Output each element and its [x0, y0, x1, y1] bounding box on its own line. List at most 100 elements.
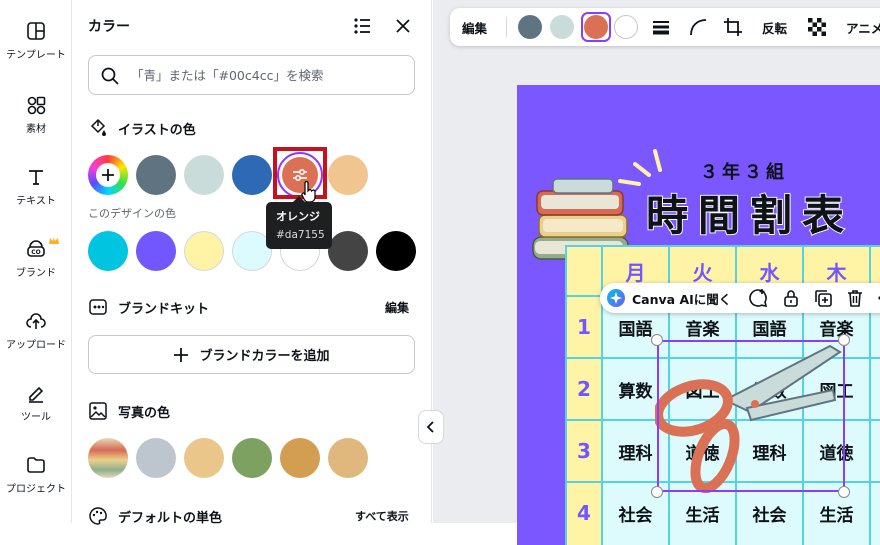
rail-label: テキスト [16, 196, 56, 207]
photo-swatch[interactable] [280, 438, 320, 478]
flip-button[interactable]: 反転 [762, 8, 787, 46]
illustration-swatch[interactable] [136, 155, 176, 195]
color-tooltip: オレンジ #da7155 [266, 196, 332, 249]
side-rail: テンプレート 素材 テキスト CO ブランド アップロード ツール プロジェクト [0, 0, 72, 523]
design-swatch[interactable] [184, 231, 224, 271]
design-subtitle[interactable]: ３年３組 [700, 158, 788, 184]
elements-icon [27, 96, 46, 115]
collapse-panel-button[interactable] [418, 410, 444, 444]
rail-label: ツール [21, 412, 51, 423]
period-number[interactable]: 4 [567, 483, 601, 543]
list-view-button[interactable] [351, 14, 375, 38]
toolbar-divider [506, 17, 507, 37]
design-swatch[interactable] [328, 231, 368, 271]
panel-title: カラー [88, 19, 130, 35]
design-colors-label: このデザインの色 [88, 207, 176, 220]
resize-handle[interactable] [651, 486, 663, 498]
rail-text[interactable]: テキスト [0, 166, 72, 207]
photo-colors-header: 写真の色 [88, 401, 170, 421]
tooltip-color-name: オレンジ [276, 210, 320, 223]
period-number[interactable]: 2 [567, 359, 601, 419]
search-icon [101, 67, 119, 85]
rail-label: プロジェクト [6, 484, 66, 495]
resize-handle[interactable] [651, 334, 663, 346]
brand-icon: CO [27, 240, 45, 257]
plus-icon [102, 169, 114, 181]
photo-swatch[interactable] [184, 438, 224, 478]
brandkit-icon [89, 299, 107, 315]
canva-ai-icon [607, 289, 625, 307]
rail-templates[interactable]: テンプレート [0, 20, 72, 61]
rail-brand[interactable]: CO ブランド [0, 237, 72, 279]
photo-swatch[interactable] [328, 438, 368, 478]
corner-radius-icon [690, 19, 707, 36]
comment-add-icon [749, 289, 768, 308]
illustration-swatch[interactable] [232, 155, 272, 195]
toolbar-color-swatch[interactable] [614, 15, 638, 39]
plus-icon [174, 347, 189, 362]
animate-button[interactable]: アニメ [846, 8, 880, 46]
lock-button[interactable] [780, 283, 802, 313]
illustration-colors-header: イラストの色 [88, 118, 196, 138]
section-title: ブランドキット [118, 301, 210, 317]
transparency-button[interactable] [806, 8, 828, 46]
design-swatch[interactable] [88, 231, 128, 271]
edit-button[interactable]: 編集 [462, 8, 487, 46]
lock-icon [784, 290, 798, 307]
text-icon [29, 170, 43, 185]
rail-projects[interactable]: プロジェクト [0, 454, 72, 495]
photo-thumbnail-swatch[interactable] [88, 438, 128, 478]
ask-canva-ai-button[interactable]: Canva AIに聞く [606, 283, 731, 313]
palette-icon [89, 507, 107, 525]
border-style-button[interactable] [650, 8, 672, 46]
photo-swatch[interactable] [232, 438, 272, 478]
rail-elements[interactable]: 素材 [0, 94, 72, 135]
illustration-swatch[interactable] [328, 155, 368, 195]
brandkit-edit-link[interactable]: 編集 [385, 299, 409, 316]
svg-text:CO: CO [31, 249, 41, 256]
canva-ai-bar: Canva AIに聞く [600, 283, 880, 313]
crop-button[interactable] [722, 8, 744, 46]
add-brand-color-button[interactable]: ブランドカラーを追加 [88, 335, 415, 374]
rail-label: 素材 [26, 124, 46, 135]
period-number[interactable]: 1 [567, 297, 601, 357]
resize-handle[interactable] [838, 486, 850, 498]
design-swatch[interactable] [136, 231, 176, 271]
comment-button[interactable] [747, 283, 769, 313]
rail-label: アップロード [6, 340, 66, 351]
crown-icon [49, 237, 59, 244]
default-colors-header: デフォルトの単色 [88, 506, 222, 526]
color-search-box[interactable] [88, 55, 415, 95]
rail-tools[interactable]: ツール [0, 382, 72, 423]
color-panel: カラー イラストの色 このデザインの色 オレンジ #da7155 [72, 0, 432, 526]
crop-icon [724, 18, 742, 36]
illustration-swatch[interactable] [184, 155, 224, 195]
close-button[interactable] [391, 14, 415, 38]
toolbar-color-swatch[interactable] [550, 15, 574, 39]
rail-uploads[interactable]: アップロード [0, 310, 72, 351]
selection-box [657, 340, 845, 492]
rail-label: テンプレート [6, 50, 66, 61]
border-style-icon [653, 21, 669, 35]
show-all-link[interactable]: すべて表示 [355, 508, 409, 524]
ask-canva-ai-label: Canva AIに聞く [632, 291, 732, 307]
trash-icon [848, 290, 862, 307]
corner-rounding-button[interactable] [687, 8, 709, 46]
delete-button[interactable] [844, 283, 866, 313]
tooltip-color-hex: #da7155 [276, 229, 325, 241]
search-input[interactable] [131, 64, 401, 86]
more-icon [878, 296, 880, 300]
transparency-checker-icon [808, 18, 826, 36]
duplicate-button[interactable] [812, 283, 834, 313]
list-icon [354, 18, 370, 34]
photo-swatch[interactable] [136, 438, 176, 478]
design-title[interactable]: 時間割表 [645, 182, 854, 243]
resize-handle[interactable] [838, 334, 850, 346]
design-swatch[interactable] [376, 231, 416, 271]
toolbar-color-swatch[interactable] [518, 15, 542, 39]
duplicate-icon [815, 290, 832, 307]
add-color-button[interactable] [88, 155, 128, 195]
toolbar-color-swatch-selected[interactable] [584, 15, 608, 39]
more-options-button[interactable] [876, 283, 880, 313]
period-number[interactable]: 3 [567, 421, 601, 481]
